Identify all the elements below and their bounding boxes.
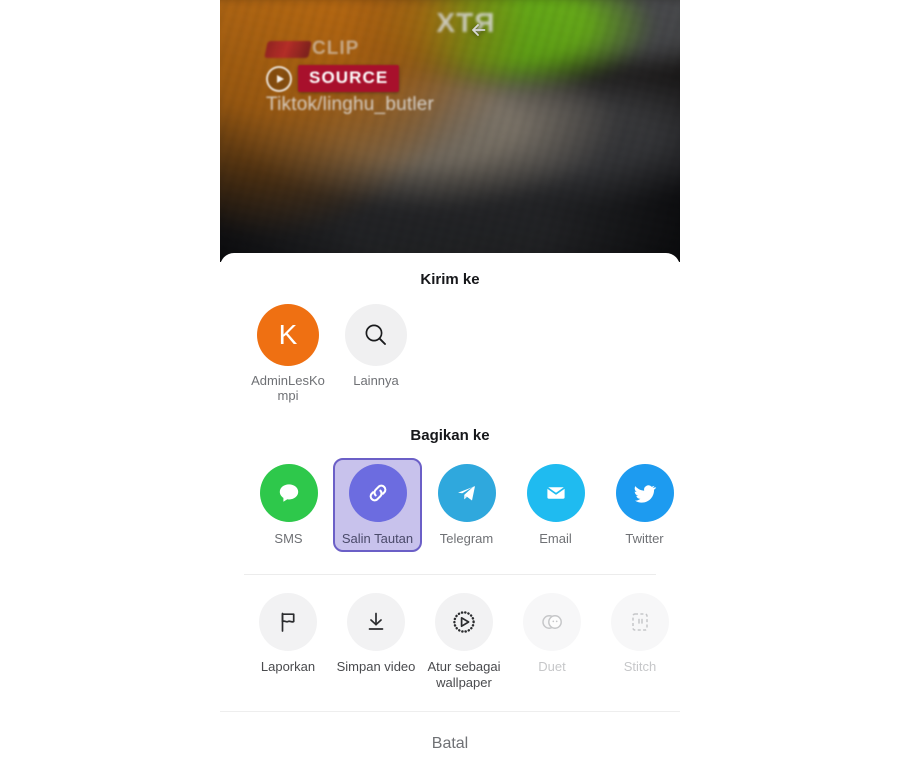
- video-watermark: CLIP SOURCE Tiktok/linghu_butler: [264, 38, 435, 116]
- action-label: Duet: [538, 659, 566, 674]
- share-item-label: Salin Tautan: [341, 531, 414, 546]
- action-row: Laporkan Simpan video Atur sebagai wallp…: [220, 593, 680, 691]
- send-section-title: Kirim ke: [420, 271, 480, 288]
- action-stitch: Stitch: [596, 593, 684, 691]
- share-item-label: SMS: [274, 531, 303, 546]
- action-label: Atur sebagai wallpaper: [427, 659, 501, 690]
- share-section-title: Bagikan ke: [410, 427, 490, 444]
- divider-above-actions: [244, 574, 656, 575]
- share-item-label: Telegram: [439, 531, 494, 546]
- twitter-icon: [615, 464, 674, 522]
- link-icon: [348, 464, 407, 522]
- video-preview[interactable]: RTX CLIP SOURCE Tiktok/linghu_butler: [220, 0, 680, 262]
- action-label: Stitch: [623, 659, 657, 674]
- wallpaper-play-icon: [435, 593, 493, 651]
- back-button[interactable]: [464, 14, 496, 46]
- clip-logo: CLIP: [264, 38, 434, 60]
- search-icon: [345, 304, 407, 366]
- share-item-email[interactable]: Email: [511, 458, 600, 552]
- play-circle-icon: [266, 65, 292, 92]
- email-icon: [526, 464, 585, 522]
- clip-logo-mark: [264, 40, 312, 58]
- source-row: SOURCE: [266, 65, 434, 92]
- action-set-wallpaper[interactable]: Atur sebagai wallpaper: [420, 593, 508, 691]
- share-sheet-screen: RTX CLIP SOURCE Tiktok/linghu_butler Kir…: [0, 0, 900, 780]
- share-item-telegram[interactable]: Telegram: [422, 458, 511, 552]
- clip-logo-label: CLIP: [312, 38, 360, 59]
- share-bottom-sheet: Kirim ke K AdminLesKompi Lainnya Bagikan…: [220, 253, 680, 780]
- avatar: K: [257, 304, 319, 366]
- send-item-label: AdminLesKompi: [251, 373, 325, 403]
- telegram-icon: [437, 464, 496, 522]
- send-to-row: K AdminLesKompi Lainnya: [220, 304, 680, 403]
- share-item-sms[interactable]: SMS: [244, 458, 333, 552]
- download-icon: [347, 593, 405, 651]
- action-label: Simpan video: [336, 659, 416, 674]
- share-item-copy-link[interactable]: Salin Tautan: [333, 458, 422, 552]
- back-arrow-icon: [472, 24, 486, 36]
- action-duet: Duet: [508, 593, 596, 691]
- share-item-label: Email: [539, 531, 572, 546]
- send-item-admin[interactable]: K AdminLesKompi: [244, 304, 332, 403]
- share-to-row[interactable]: SMS Salin Tautan Telegram Email Twitter: [220, 458, 680, 552]
- share-item-label: Twitter: [625, 531, 664, 546]
- send-item-label: Lainnya: [353, 373, 399, 388]
- action-save-video[interactable]: Simpan video: [332, 593, 420, 691]
- share-item-twitter[interactable]: Twitter: [600, 458, 680, 552]
- source-handle: Tiktok/linghu_butler: [266, 94, 435, 115]
- source-badge: SOURCE: [298, 65, 400, 92]
- action-report[interactable]: Laporkan: [244, 593, 332, 691]
- send-item-more[interactable]: Lainnya: [332, 304, 420, 403]
- action-label: Laporkan: [260, 659, 316, 674]
- sms-icon: [259, 464, 318, 522]
- stitch-icon: [611, 593, 669, 651]
- cancel-button[interactable]: Batal: [220, 712, 680, 776]
- flag-icon: [259, 593, 317, 651]
- duet-icon: [523, 593, 581, 651]
